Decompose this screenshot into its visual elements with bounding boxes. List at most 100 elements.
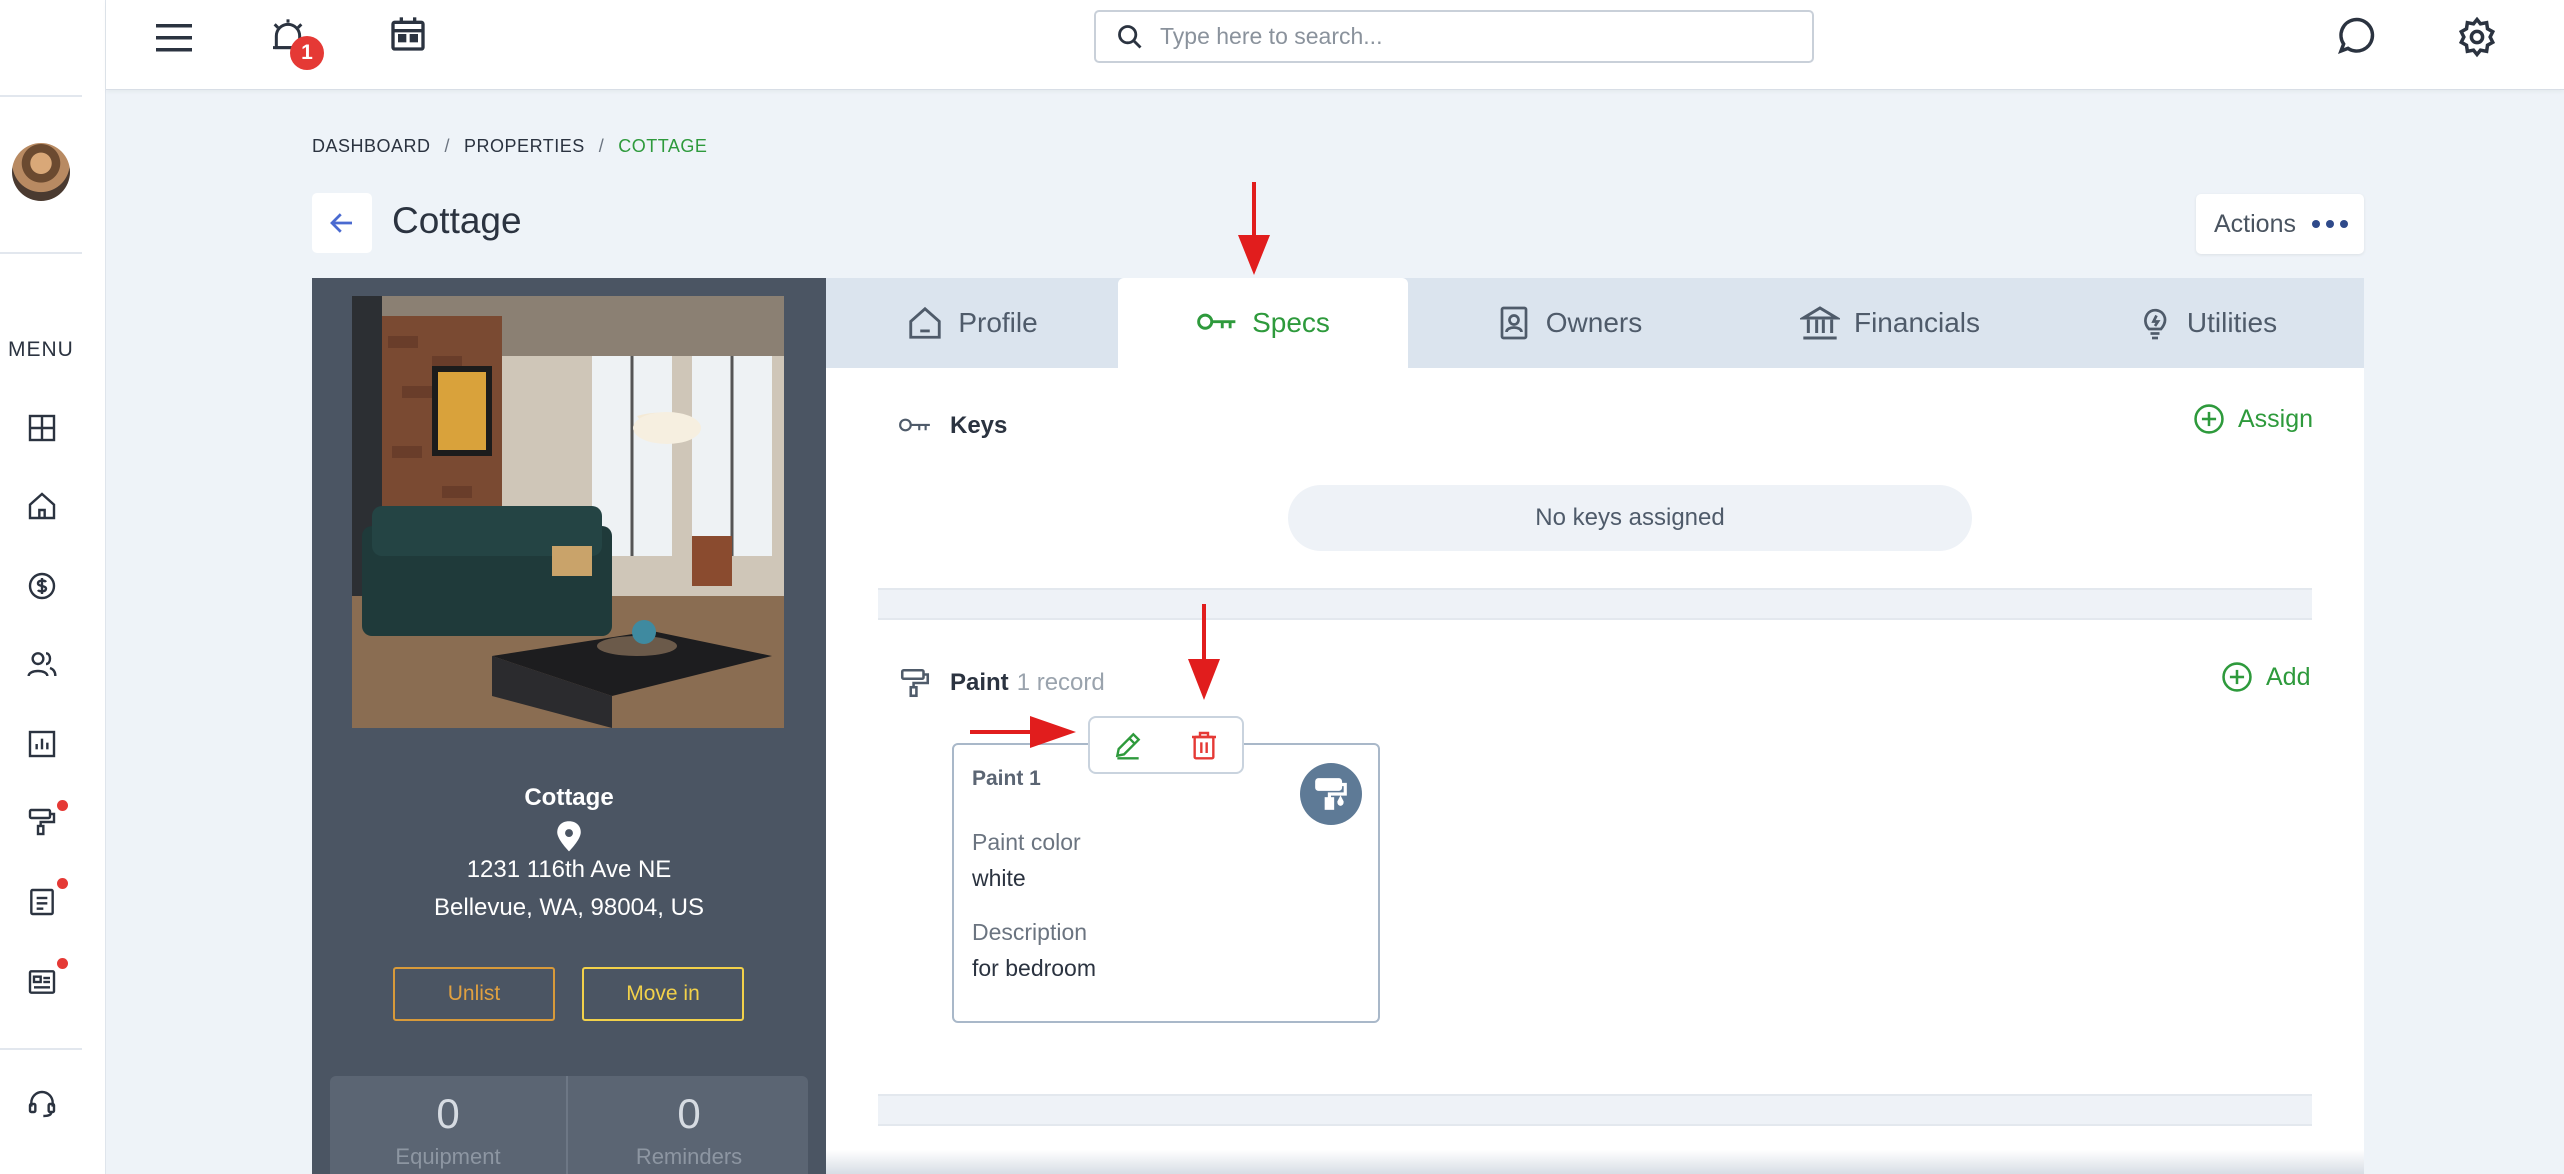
stat-equipment[interactable]: 0 Equipment bbox=[330, 1076, 568, 1174]
chat-bubble-icon[interactable] bbox=[2332, 14, 2378, 60]
stat-value: 0 bbox=[436, 1090, 460, 1137]
assign-label: Assign bbox=[2238, 404, 2314, 433]
tab-specs[interactable]: Specs bbox=[1118, 278, 1408, 368]
paint-record-card[interactable]: Paint 1 Paint color white Description fo… bbox=[952, 743, 1380, 1023]
bank-icon bbox=[1799, 306, 1840, 340]
move-in-button[interactable]: Move in bbox=[582, 967, 744, 1021]
paint-color-label: Paint color bbox=[972, 829, 1081, 855]
breadcrumb-dashboard[interactable]: DASHBOARD bbox=[312, 136, 431, 157]
tab-label: Financials bbox=[1853, 307, 1981, 338]
rail-divider bbox=[0, 252, 82, 254]
tab-bar: Profile Specs Owners Financials Utilitie… bbox=[826, 278, 2364, 368]
record-hover-toolbar bbox=[1088, 716, 1244, 774]
add-label: Add bbox=[2266, 662, 2311, 691]
property-name: Cottage bbox=[524, 784, 614, 811]
calendar-icon[interactable] bbox=[386, 12, 430, 56]
dashboard-grid-icon[interactable] bbox=[24, 410, 60, 446]
house-icon bbox=[909, 306, 941, 339]
section-divider bbox=[878, 1094, 2312, 1126]
settings-gear-icon[interactable] bbox=[2454, 14, 2500, 60]
actions-label: Actions bbox=[2214, 209, 2296, 238]
section-divider bbox=[878, 588, 2312, 620]
actions-button[interactable]: Actions bbox=[2196, 194, 2364, 254]
bottom-fade bbox=[826, 1150, 2364, 1174]
tab-label: Owners bbox=[1545, 307, 1643, 338]
property-stats: 0 Equipment 0 Reminders bbox=[330, 1076, 808, 1174]
tab-utilities[interactable]: Utilities bbox=[2050, 278, 2364, 368]
document-icon[interactable] bbox=[24, 884, 60, 920]
paint-title: Paint bbox=[950, 669, 1009, 696]
paint-roller-badge-icon bbox=[1300, 763, 1362, 825]
search-box[interactable] bbox=[1094, 10, 1814, 63]
paint-color-value: white bbox=[972, 865, 1026, 891]
bar-chart-icon[interactable] bbox=[24, 726, 60, 762]
rail-divider bbox=[0, 1048, 82, 1050]
left-rail: MENU bbox=[0, 0, 106, 1174]
tab-financials[interactable]: Financials bbox=[1730, 278, 2050, 368]
notification-dot bbox=[57, 958, 68, 969]
hamburger-menu-icon[interactable] bbox=[152, 16, 196, 60]
property-photo bbox=[352, 296, 784, 728]
more-dots-icon bbox=[2311, 220, 2348, 228]
search-input[interactable] bbox=[1158, 22, 1758, 51]
page-title: Cottage bbox=[392, 200, 522, 241]
tab-label: Specs bbox=[1252, 307, 1330, 338]
arrow-left-icon bbox=[330, 213, 352, 233]
address-line-2: Bellevue, WA, 98004, US bbox=[434, 894, 704, 921]
keys-title: Keys bbox=[950, 412, 1008, 439]
paint-record-count: 1 record bbox=[1016, 669, 1105, 696]
notification-dot bbox=[57, 800, 68, 811]
tab-label: Utilities bbox=[2186, 307, 2278, 338]
home-icon[interactable] bbox=[24, 488, 60, 524]
breadcrumb-separator: / bbox=[598, 136, 605, 156]
breadcrumb-properties[interactable]: PROPERTIES bbox=[464, 136, 585, 157]
annotation-arrow-right bbox=[970, 716, 1076, 748]
search-icon bbox=[1118, 24, 1142, 48]
property-summary-card: Cottage 1231 116th Ave NE Bellevue, WA, … bbox=[312, 278, 826, 1174]
dollar-circle-icon[interactable] bbox=[24, 568, 60, 604]
paint-roller-icon[interactable] bbox=[24, 804, 60, 840]
location-pin-icon bbox=[553, 820, 585, 859]
unlist-button[interactable]: Unlist bbox=[393, 967, 555, 1021]
paint-roller-icon bbox=[900, 668, 930, 698]
address-line-1: 1231 116th Ave NE bbox=[466, 856, 672, 883]
tab-label: Profile bbox=[958, 307, 1038, 338]
description-label: Description bbox=[972, 919, 1088, 945]
annotation-arrow-down bbox=[1188, 604, 1220, 700]
back-button[interactable] bbox=[312, 193, 372, 253]
add-paint-button[interactable]: Add bbox=[2220, 660, 2310, 694]
record-title: Paint 1 bbox=[972, 767, 1041, 790]
description-value: for bedroom bbox=[972, 955, 1097, 981]
stat-label: Reminders bbox=[635, 1144, 743, 1169]
breadcrumb-separator: / bbox=[444, 136, 451, 156]
menu-label: MENU bbox=[8, 338, 74, 361]
key-icon bbox=[1197, 313, 1236, 330]
rail-divider bbox=[0, 95, 82, 97]
plus-circle-icon bbox=[2222, 662, 2252, 692]
stat-value: 0 bbox=[677, 1090, 701, 1137]
owner-badge-icon bbox=[1500, 306, 1528, 340]
news-icon[interactable] bbox=[24, 964, 60, 1000]
notification-badge: 1 bbox=[290, 36, 324, 70]
assign-key-button[interactable]: Assign bbox=[2192, 402, 2313, 436]
avatar[interactable] bbox=[12, 143, 70, 201]
tab-profile[interactable]: Profile bbox=[826, 278, 1118, 368]
paint-section-title: Paint 1 record bbox=[898, 666, 1105, 700]
support-headset-icon[interactable] bbox=[24, 1086, 60, 1122]
notification-dot bbox=[57, 878, 68, 889]
breadcrumb-current: COTTAGE bbox=[618, 136, 708, 156]
lightbulb-icon bbox=[2143, 308, 2167, 340]
tab-owners[interactable]: Owners bbox=[1408, 278, 1730, 368]
delete-trash-icon[interactable] bbox=[1188, 729, 1220, 761]
plus-circle-icon bbox=[2194, 404, 2224, 434]
breadcrumb: DASHBOARD / PROPERTIES / COTTAGE bbox=[312, 136, 707, 157]
no-keys-message: No keys assigned bbox=[1288, 485, 1972, 551]
users-icon[interactable] bbox=[24, 646, 60, 682]
key-icon bbox=[899, 418, 930, 432]
stat-reminders[interactable]: 0 Reminders bbox=[570, 1076, 808, 1174]
top-bar: 1 bbox=[106, 0, 2564, 90]
edit-pencil-icon[interactable] bbox=[1112, 729, 1144, 761]
annotation-arrow-down bbox=[1238, 182, 1270, 275]
keys-section-title: Keys bbox=[898, 412, 1007, 440]
stat-label: Equipment bbox=[395, 1144, 501, 1169]
